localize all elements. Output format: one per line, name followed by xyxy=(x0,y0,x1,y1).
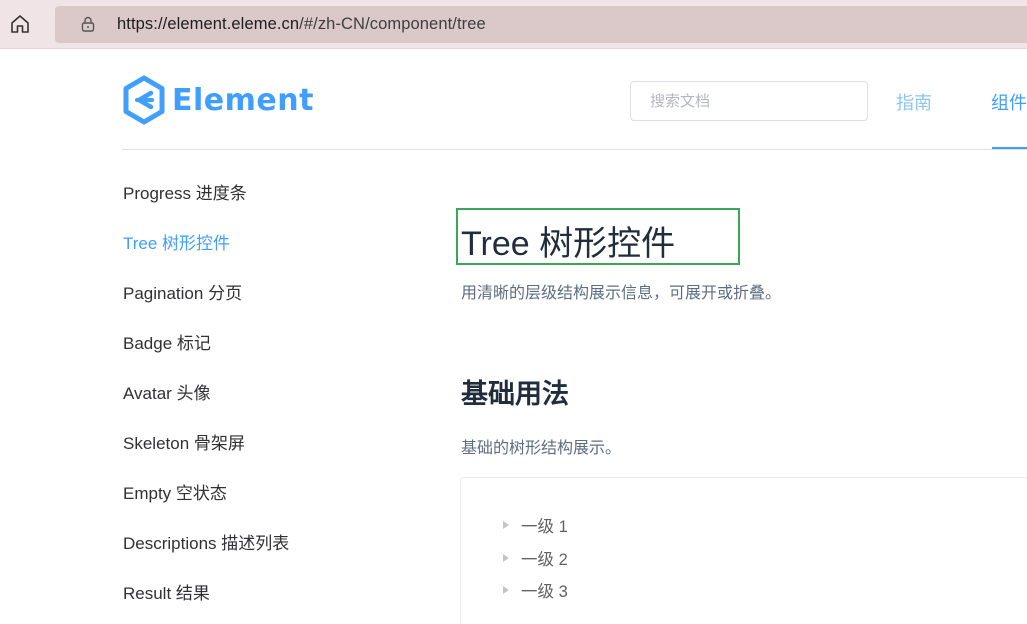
home-icon xyxy=(11,15,29,33)
tree-node[interactable]: 一级 2 xyxy=(503,546,568,570)
url-host: https://element.eleme.cn xyxy=(117,15,300,33)
nav-component-link[interactable]: 组件 xyxy=(991,89,1027,115)
sidebar-item-avatar[interactable]: Avatar 头像 xyxy=(123,379,211,404)
home-button[interactable] xyxy=(8,12,32,36)
caret-right-icon[interactable] xyxy=(503,521,509,529)
section-description: 基础的树形结构展示。 xyxy=(461,440,622,457)
tree-node-label: 一级 1 xyxy=(521,518,568,536)
lock-icon[interactable] xyxy=(79,15,97,33)
sidebar-item-badge[interactable]: Badge 标记 xyxy=(123,329,211,354)
sidebar-item-progress[interactable]: Progress 进度条 xyxy=(123,179,247,204)
page-title: Tree 树形控件 xyxy=(461,225,676,263)
sidebar-item-result[interactable]: Result 结果 xyxy=(123,579,210,604)
sidebar-item-descriptions[interactable]: Descriptions 描述列表 xyxy=(123,529,289,554)
nav-guide-link[interactable]: 指南 xyxy=(896,89,932,115)
caret-right-icon[interactable] xyxy=(503,586,509,594)
tree-node[interactable]: 一级 1 xyxy=(503,513,568,537)
section-title: 基础用法 xyxy=(461,379,569,409)
address-bar[interactable]: https://element.eleme.cn/#/zh-CN/compone… xyxy=(55,6,1027,43)
page-description: 用清晰的层级结构展示信息，可展开或折叠。 xyxy=(461,285,782,302)
caret-right-icon[interactable] xyxy=(503,554,509,562)
browser-toolbar: https://element.eleme.cn/#/zh-CN/compone… xyxy=(0,0,1027,49)
url-text[interactable]: https://element.eleme.cn/#/zh-CN/compone… xyxy=(117,15,486,34)
tree-node[interactable]: 一级 3 xyxy=(503,578,568,602)
tree-node-label: 一级 2 xyxy=(521,551,568,569)
search-box[interactable] xyxy=(630,81,868,121)
sidebar-item-skeleton[interactable]: Skeleton 骨架屏 xyxy=(123,429,245,454)
sidebar-item-empty[interactable]: Empty 空状态 xyxy=(123,479,227,504)
search-input[interactable] xyxy=(631,82,867,120)
header-divider xyxy=(122,149,1027,150)
sidebar-item-tree[interactable]: Tree 树形控件 xyxy=(123,229,230,254)
element-logo[interactable]: Element xyxy=(122,75,314,125)
element-logo-icon xyxy=(123,75,165,125)
sidebar-item-pagination[interactable]: Pagination 分页 xyxy=(123,279,242,304)
tree-node-label: 一级 3 xyxy=(521,583,568,601)
logo-text: Element xyxy=(172,82,314,118)
url-path: /#/zh-CN/component/tree xyxy=(299,15,486,33)
